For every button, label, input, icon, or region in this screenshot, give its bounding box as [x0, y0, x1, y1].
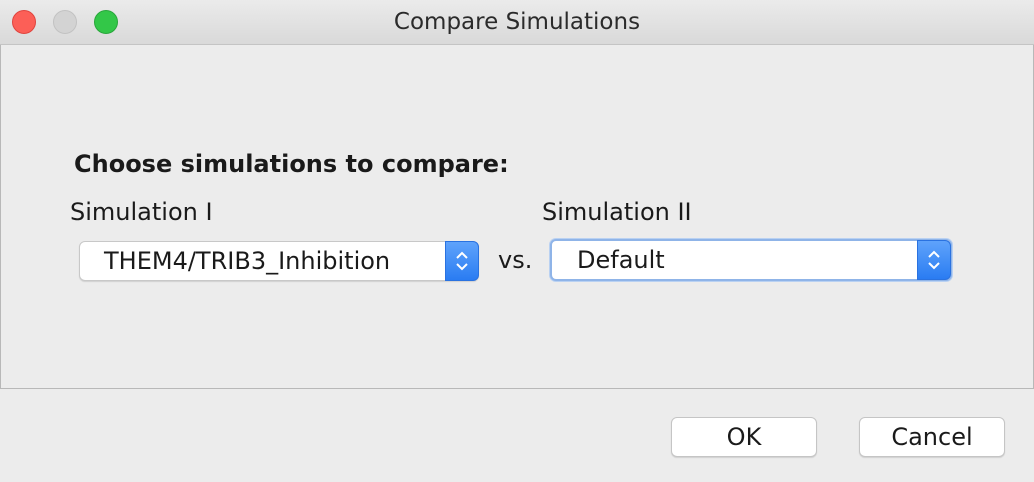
simulation-1-select[interactable]: THEM4/TRIB3_Inhibition: [79, 241, 479, 281]
simulation-2-selected-value: Default: [577, 246, 665, 274]
compare-simulations-dialog: Compare Simulations Choose simulations t…: [0, 0, 1034, 482]
ok-button[interactable]: OK: [671, 417, 817, 457]
window-title: Compare Simulations: [393, 9, 641, 35]
simulation-1-selected-value: THEM4/TRIB3_Inhibition: [104, 247, 391, 275]
simulation-2-select[interactable]: Default: [550, 239, 952, 281]
up-down-chevron-icon[interactable]: [917, 240, 951, 280]
simulation-2-label: Simulation II: [542, 198, 692, 226]
compare-heading: Choose simulations to compare:: [74, 150, 509, 178]
simulation-1-label: Simulation I: [70, 198, 213, 226]
versus-label: vs.: [498, 246, 533, 274]
title-bar: Compare Simulations: [0, 0, 1034, 45]
up-down-chevron-icon[interactable]: [445, 241, 479, 281]
cancel-button[interactable]: Cancel: [859, 417, 1005, 457]
